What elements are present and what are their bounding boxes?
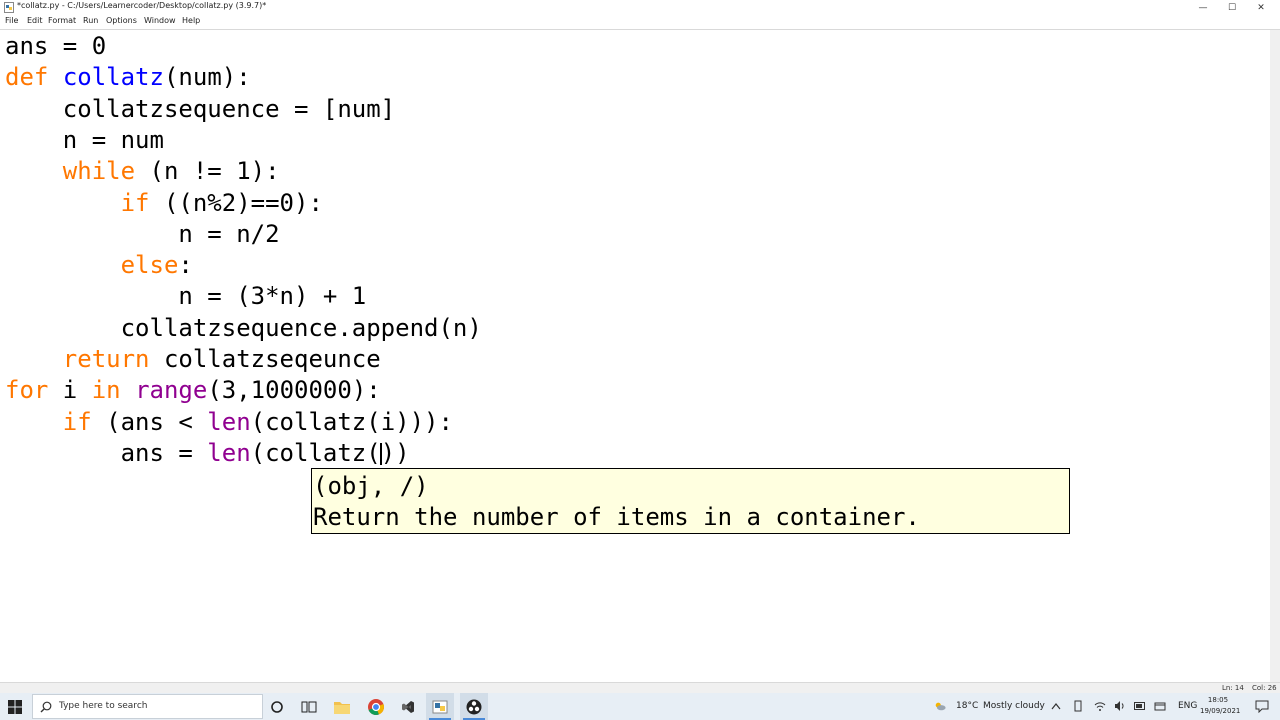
notification-icon[interactable] (1255, 700, 1269, 713)
window-title: *collatz.py - C:/Users/Learnercoder/Desk… (17, 1, 267, 10)
clock-time: 18:05 (1207, 696, 1229, 704)
clock-date: 19/09/2021 (1200, 707, 1241, 715)
status-bar: Ln: 14 Col: 26 (0, 682, 1280, 693)
status-line: Ln: 14 (1222, 684, 1244, 692)
code-line[interactable]: ans = len(collatz()) (5, 438, 410, 469)
security-icon[interactable] (1154, 700, 1166, 712)
menu-bar: File Edit Format Run Options Window Help (0, 15, 1280, 29)
menu-window[interactable]: Window (144, 16, 176, 25)
python-file-icon (4, 2, 14, 13)
chevron-up-icon[interactable] (1050, 700, 1062, 712)
python-idle-icon[interactable] (431, 698, 449, 716)
code-line[interactable]: return collatzseqeunce (5, 344, 381, 375)
taskbar-search-box[interactable]: Type here to search (32, 694, 263, 719)
network-icon[interactable] (1094, 700, 1106, 712)
battery-icon[interactable] (1134, 700, 1146, 712)
code-line[interactable]: collatzsequence = [num] (5, 94, 395, 125)
task-view-icon[interactable] (300, 698, 318, 716)
menu-edit[interactable]: Edit (27, 16, 43, 25)
menu-file[interactable]: File (5, 16, 18, 25)
cortana-icon[interactable] (268, 698, 286, 716)
obs-icon[interactable] (465, 698, 483, 716)
search-placeholder: Type here to search (59, 701, 148, 711)
calltip-popup: (obj, /) Return the number of items in a… (311, 468, 1070, 534)
code-editor[interactable]: ans = 0 def collatz(num): collatzsequence… (0, 30, 1280, 682)
code-line[interactable]: ans = 0 (5, 31, 106, 62)
volume-icon[interactable] (1114, 700, 1126, 712)
code-line[interactable]: n = (3*n) + 1 (5, 281, 366, 312)
file-explorer-icon[interactable] (333, 698, 351, 716)
taskbar: Type here to search 18°C Mostly cloudy E… (0, 693, 1280, 720)
code-line[interactable]: def collatz(num): (5, 62, 251, 93)
search-icon (40, 701, 52, 713)
vertical-scrollbar[interactable] (1270, 30, 1280, 682)
weather-temp[interactable]: 18°C (956, 701, 978, 711)
code-line[interactable]: n = num (5, 125, 164, 156)
taskbar-clock[interactable]: 18:05 19/09/2021 (1200, 695, 1241, 717)
text-cursor (379, 442, 382, 465)
code-line[interactable]: if ((n%2)==0): (5, 188, 323, 219)
usb-device-icon[interactable] (1072, 700, 1084, 712)
menu-run[interactable]: Run (83, 16, 98, 25)
windows-start-icon[interactable] (8, 700, 22, 714)
vscode-icon[interactable] (399, 698, 417, 716)
close-button[interactable]: ✕ (1238, 0, 1280, 15)
menu-options[interactable]: Options (106, 16, 137, 25)
chrome-icon[interactable] (367, 698, 385, 716)
code-line[interactable]: collatzsequence.append(n) (5, 313, 482, 344)
calltip-doc: Return the number of items in a containe… (313, 503, 920, 531)
menu-format[interactable]: Format (48, 16, 76, 25)
menu-help[interactable]: Help (182, 16, 200, 25)
weather-desc[interactable]: Mostly cloudy (983, 701, 1045, 711)
weather-icon[interactable] (934, 700, 946, 712)
code-line[interactable]: if (ans < len(collatz(i))): (5, 407, 453, 438)
code-line[interactable]: n = n/2 (5, 219, 279, 250)
code-line[interactable]: else: (5, 250, 193, 281)
code-line[interactable]: while (n != 1): (5, 156, 280, 187)
status-column: Col: 26 (1252, 684, 1277, 692)
title-bar: *collatz.py - C:/Users/Learnercoder/Desk… (0, 0, 1280, 15)
language-indicator[interactable]: ENG (1178, 701, 1197, 711)
code-line[interactable]: for i in range(3,1000000): (5, 375, 381, 406)
calltip-signature: (obj, /) (313, 472, 429, 500)
